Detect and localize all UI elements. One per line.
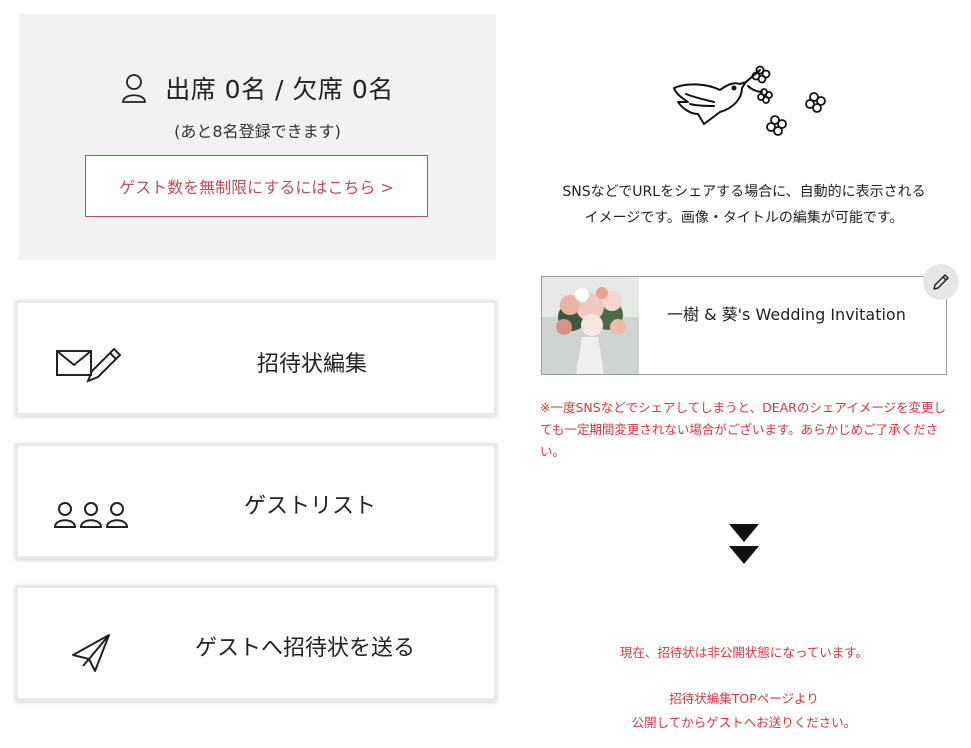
edit-share-button[interactable]: [923, 264, 959, 300]
share-description-line: イメージです。画像・タイトルの編集が可能です。: [584, 210, 904, 226]
share-preview-card: 一樹 & 葵's Wedding Invitation: [541, 276, 947, 375]
status-line: 現在、招待状は非公開状態になっています。: [619, 645, 869, 660]
status-line: 公開してからゲストへお送りください。: [631, 715, 857, 730]
bouquet-thumbnail: [542, 277, 639, 374]
share-description-line: SNSなどでURLをシェアする場合に、自動的に表示される: [562, 184, 926, 200]
attendance-panel: 出席 0名 / 欠席 0名 (あと8名登録できます) ゲスト数を無制限にするには…: [19, 14, 496, 260]
guest-list-label: ゲストリスト: [244, 494, 377, 519]
send-invitation-label: ゲストへ招待状を送る: [195, 636, 416, 661]
share-description: SNSなどでURLをシェアする場合に、自動的に表示される イメージです。画像・タ…: [535, 179, 953, 231]
attendance-summary: 出席 0名 / 欠席 0名: [165, 75, 394, 104]
guests-icon: [53, 502, 129, 528]
edit-invitation-card[interactable]: 招待状編集: [15, 300, 497, 416]
publish-status: 現在、招待状は非公開状態になっています。 招待状編集TOPページより 公開してか…: [540, 641, 948, 735]
edit-invitation-label: 招待状編集: [257, 352, 368, 377]
paper-plane-icon: [72, 634, 110, 672]
remaining-slots-note: (あと8名登録できます): [174, 122, 341, 141]
double-down-arrow-icon: [729, 524, 759, 564]
dove-icon: [673, 65, 826, 136]
status-line: 招待状編集TOPページより: [669, 691, 819, 706]
pencil-icon: [933, 274, 949, 290]
share-warning: ※一度SNSなどでシェアしてしまうと、DEARのシェアイメージを変更しても一定期…: [540, 400, 946, 459]
person-icon: [122, 74, 147, 103]
envelope-pencil-icon: [56, 347, 122, 383]
flower-icon: [751, 65, 826, 136]
attendance-summary-row: 出席 0名 / 欠席 0名: [19, 70, 496, 106]
unlimited-guests-button[interactable]: ゲスト数を無制限にするにはこちら >: [85, 155, 428, 217]
send-invitation-card[interactable]: ゲストへ招待状を送る: [15, 585, 497, 701]
guest-list-card[interactable]: ゲストリスト: [15, 443, 497, 559]
share-title: 一樹 & 葵's Wedding Invitation: [667, 305, 906, 324]
